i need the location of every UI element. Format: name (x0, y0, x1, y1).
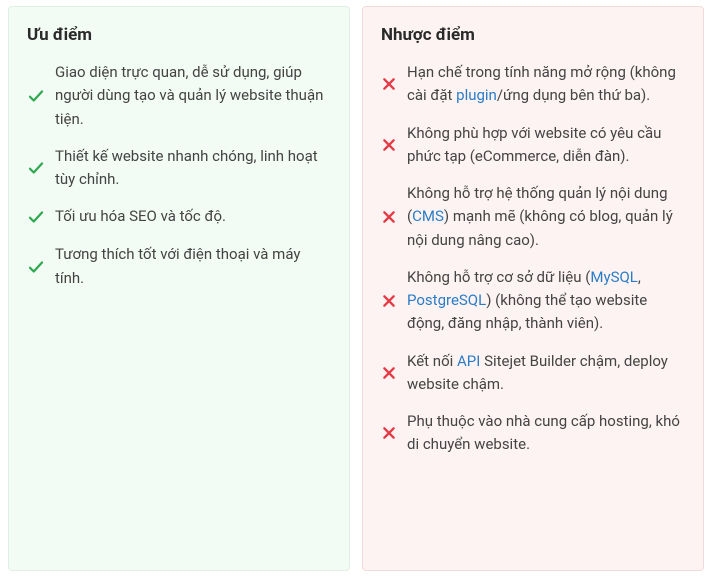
list-item: Phụ thuộc vào nhà cung cấp hosting, khó … (381, 410, 685, 457)
list-item: Không hỗ trợ cơ sở dữ liệu (MySQL, Postg… (381, 266, 685, 336)
check-icon (27, 84, 45, 108)
list-item: Không phù hợp với website có yêu cầu phứ… (381, 122, 685, 169)
inline-link[interactable]: CMS (412, 207, 444, 225)
pros-panel: Ưu điểm Giao diện trực quan, dễ sử dụng,… (8, 6, 350, 571)
list-item: Tương thích tốt với điện thoại và máy tí… (27, 243, 331, 290)
cons-list: Hạn chế trong tính năng mở rộng (không c… (381, 61, 685, 457)
item-text: Thiết kế website nhanh chóng, linh hoạt … (55, 145, 331, 192)
inline-link[interactable]: plugin (456, 86, 497, 104)
cons-panel: Nhược điểm Hạn chế trong tính năng mở rộ… (362, 6, 704, 571)
list-item: Giao diện trực quan, dễ sử dụng, giúp ng… (27, 61, 331, 131)
cross-icon (381, 421, 397, 445)
pros-title: Ưu điểm (27, 25, 331, 45)
inline-link[interactable]: API (457, 352, 480, 370)
check-icon (27, 205, 45, 229)
check-icon (27, 255, 45, 279)
item-text: Không hỗ trợ hệ thống quản lý nội dung (… (407, 182, 685, 252)
item-text: Không phù hợp với website có yêu cầu phứ… (407, 122, 685, 169)
cross-icon (381, 289, 397, 313)
cross-icon (381, 361, 397, 385)
pros-list: Giao diện trực quan, dễ sử dụng, giúp ng… (27, 61, 331, 290)
list-item: Hạn chế trong tính năng mở rộng (không c… (381, 61, 685, 108)
cross-icon (381, 205, 397, 229)
cons-title: Nhược điểm (381, 25, 685, 45)
list-item: Thiết kế website nhanh chóng, linh hoạt … (27, 145, 331, 192)
list-item: Tối ưu hóa SEO và tốc độ. (27, 205, 331, 229)
inline-link[interactable]: MySQL (590, 268, 638, 286)
item-text: Hạn chế trong tính năng mở rộng (không c… (407, 61, 685, 108)
item-text: Tối ưu hóa SEO và tốc độ. (55, 205, 331, 228)
item-text: Phụ thuộc vào nhà cung cấp hosting, khó … (407, 410, 685, 457)
item-text: Giao diện trực quan, dễ sử dụng, giúp ng… (55, 61, 331, 131)
item-text: Tương thích tốt với điện thoại và máy tí… (55, 243, 331, 290)
list-item: Không hỗ trợ hệ thống quản lý nội dung (… (381, 182, 685, 252)
cross-icon (381, 133, 397, 157)
cross-icon (381, 72, 397, 96)
list-item: Kết nối API Sitejet Builder chậm, deploy… (381, 350, 685, 397)
item-text: Không hỗ trợ cơ sở dữ liệu (MySQL, Postg… (407, 266, 685, 336)
check-icon (27, 156, 45, 180)
inline-link[interactable]: PostgreSQL (407, 291, 486, 309)
item-text: Kết nối API Sitejet Builder chậm, deploy… (407, 350, 685, 397)
